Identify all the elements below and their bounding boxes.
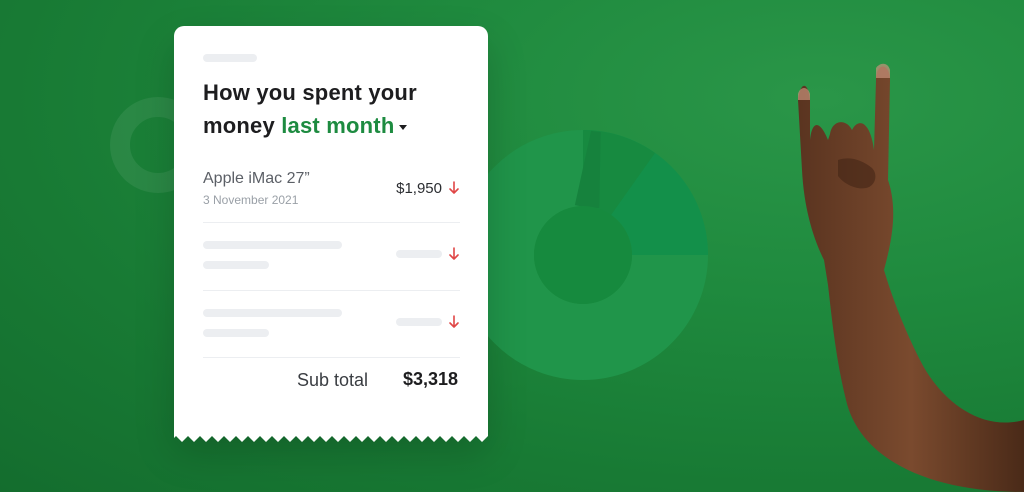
transaction-amount: $1,950: [396, 180, 442, 197]
skeleton-amount: [396, 250, 442, 258]
subtotal-value: $3,318: [402, 369, 458, 389]
period-label: last month: [281, 113, 395, 138]
transaction-date: 3 November 2021: [203, 193, 299, 207]
arrow-down-icon: [449, 181, 459, 194]
transaction-row-placeholder: [203, 291, 460, 358]
transaction-row-placeholder: [203, 223, 460, 291]
skeleton-line: [203, 241, 342, 249]
period-dropdown[interactable]: last month: [281, 113, 408, 138]
hand-gesture-photo: [798, 63, 1024, 492]
spending-card: How you spent your money last month Appl…: [174, 26, 488, 434]
skeleton-line: [203, 329, 269, 337]
donut-hole: [534, 206, 632, 304]
caret-down-icon: [399, 124, 408, 130]
donut-chart-decoration: [458, 130, 708, 380]
donut-segment-small: [574, 130, 602, 208]
receipt-torn-edge: [174, 432, 488, 442]
card-title: How you spent your money last month: [203, 76, 473, 142]
title-line-2: money: [203, 113, 282, 138]
transaction-name: Apple iMac 27”: [203, 170, 310, 187]
skeleton-line: [203, 309, 342, 317]
title-line-1: How you spent your: [203, 80, 417, 105]
skeleton-line: [203, 261, 269, 269]
skeleton-pill: [203, 54, 257, 62]
subtotal-label: Sub total: [297, 370, 369, 390]
skeleton-amount: [396, 318, 442, 326]
arrow-down-icon: [449, 247, 459, 260]
transaction-row[interactable]: Apple iMac 27” 3 November 2021 $1,950: [203, 166, 460, 223]
arrow-down-icon: [449, 315, 459, 328]
